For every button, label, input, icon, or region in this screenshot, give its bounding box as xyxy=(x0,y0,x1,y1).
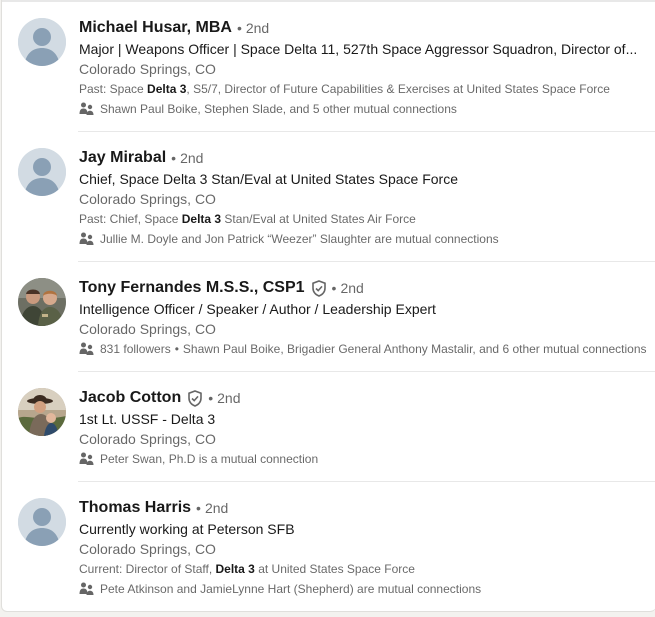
separator-dot: • xyxy=(174,342,179,356)
degree-label: 2nd xyxy=(340,280,364,296)
degree-label: 2nd xyxy=(204,500,229,516)
profile-headline: Chief, Space Delta 3 Stan/Eval at United… xyxy=(79,171,458,187)
person-silhouette-icon xyxy=(18,18,66,66)
divider xyxy=(78,371,655,372)
summary-highlight: Delta 3 xyxy=(181,212,222,226)
summary-prefix: Past: Chief, Space xyxy=(79,212,182,226)
profile-name[interactable]: Michael Husar, MBA xyxy=(79,19,232,37)
mutual-connections-text: Shawn Paul Boike, Stephen Slade, and 5 o… xyxy=(100,102,457,116)
follower-count: 831 followers xyxy=(100,342,171,356)
connection-degree: • 2nd xyxy=(332,280,364,296)
mutual-connections-text: Pete Atkinson and JamieLynne Hart (Sheph… xyxy=(100,582,482,596)
profile-location: Colorado Springs, CO xyxy=(79,191,216,207)
connection-degree: • 2nd xyxy=(196,500,228,516)
mutual-connections[interactable]: Pete Atkinson and JamieLynne Hart (Sheph… xyxy=(79,579,650,599)
profile-summary: Past: Space Delta 3, S5/7, Director of F… xyxy=(79,79,650,99)
summary-suffix: at United States Space Force xyxy=(254,562,415,576)
people-icon xyxy=(79,342,95,356)
people-icon xyxy=(79,452,95,466)
degree-separator: • xyxy=(208,390,214,406)
summary-suffix: , S5/7, Director of Future Capabilities … xyxy=(186,82,610,96)
mutual-connections[interactable]: Shawn Paul Boike, Stephen Slade, and 5 o… xyxy=(79,99,650,119)
connection-degree: • 2nd xyxy=(171,150,203,166)
profile-photo xyxy=(18,388,66,436)
mutual-connections-text: Shawn Paul Boike, Brigadier General Anth… xyxy=(182,342,647,356)
mutual-connections-text: Jullie M. Doyle and Jon Patrick “Weezer”… xyxy=(100,232,499,246)
profile-headline: Intelligence Officer / Speaker / Author … xyxy=(79,301,436,317)
degree-separator: • xyxy=(196,500,201,516)
people-icon xyxy=(79,582,95,596)
summary-highlight: Delta 3 xyxy=(215,562,255,576)
people-icon xyxy=(79,232,95,246)
degree-label: 2nd xyxy=(245,20,270,36)
profile-headline: Currently working at Peterson SFB xyxy=(79,521,295,537)
mutual-connections[interactable]: 831 followers • Shawn Paul Boike, Brigad… xyxy=(79,339,650,359)
mutual-connections[interactable]: Peter Swan, Ph.D is a mutual connection xyxy=(79,449,650,469)
profile-name[interactable]: Jay Mirabal xyxy=(79,149,166,167)
profile-summary: Current: Director of Staff, Delta 3 at U… xyxy=(79,559,650,579)
profile-summary: Past: Chief, Space Delta 3 Stan/Eval at … xyxy=(79,209,650,229)
summary-suffix: Stan/Eval at United States Air Force xyxy=(221,212,416,226)
divider xyxy=(78,481,655,482)
profile-headline: Major | Weapons Officer | Space Delta 11… xyxy=(79,41,638,57)
divider xyxy=(78,261,655,262)
degree-label: 2nd xyxy=(217,390,241,406)
connection-degree: • 2nd xyxy=(208,390,240,406)
divider xyxy=(2,0,655,2)
divider xyxy=(78,131,655,132)
people-icon xyxy=(79,102,95,116)
profile-headline: 1st Lt. USSF - Delta 3 xyxy=(79,411,216,427)
degree-separator: • xyxy=(236,20,242,36)
mutual-connections-text: Peter Swan, Ph.D is a mutual connection xyxy=(100,452,319,466)
profile-location: Colorado Springs, CO xyxy=(79,321,216,337)
shield-check-icon xyxy=(187,389,203,407)
profile-photo xyxy=(18,278,66,326)
avatar[interactable] xyxy=(18,148,66,196)
profile-name[interactable]: Jacob Cotton xyxy=(79,389,181,407)
avatar[interactable] xyxy=(18,18,66,66)
degree-separator: • xyxy=(171,150,177,166)
summary-highlight: Delta 3 xyxy=(147,82,187,96)
profile-name[interactable]: Tony Fernandes M.S.S., CSP1 xyxy=(79,279,305,297)
profile-location: Colorado Springs, CO xyxy=(79,61,216,77)
connection-degree: • 2nd xyxy=(237,20,269,36)
summary-prefix: Current: Director of Staff, xyxy=(79,562,216,576)
profile-location: Colorado Springs, CO xyxy=(79,541,216,557)
avatar[interactable] xyxy=(18,388,66,436)
avatar[interactable] xyxy=(18,498,66,546)
degree-separator: • xyxy=(331,280,337,296)
profile-name[interactable]: Thomas Harris xyxy=(79,499,191,517)
avatar[interactable] xyxy=(18,278,66,326)
person-silhouette-icon xyxy=(18,148,66,196)
summary-prefix: Past: Space xyxy=(79,82,148,96)
profile-location: Colorado Springs, CO xyxy=(79,431,216,447)
person-silhouette-icon xyxy=(18,498,66,546)
shield-check-icon xyxy=(311,279,327,297)
degree-label: 2nd xyxy=(180,150,204,166)
search-results-panel: Michael Husar, MBA • 2nd Major | Weapons … xyxy=(1,0,655,612)
mutual-connections[interactable]: Jullie M. Doyle and Jon Patrick “Weezer”… xyxy=(79,229,650,249)
